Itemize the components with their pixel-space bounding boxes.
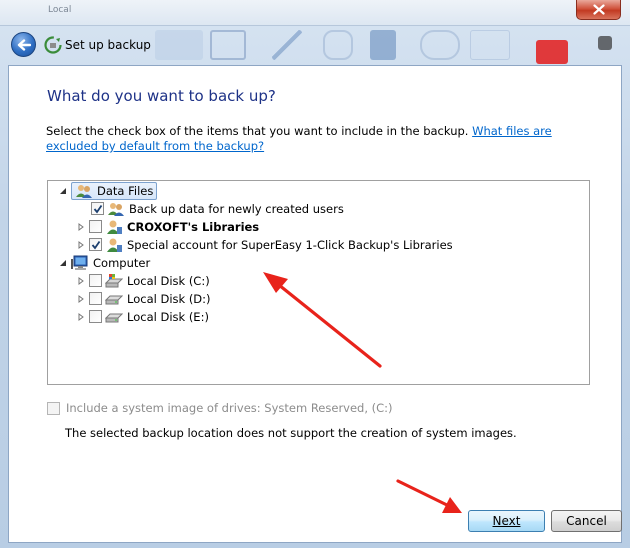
collapsed-expander-icon[interactable] bbox=[76, 222, 86, 232]
checkbox-new-users[interactable] bbox=[91, 202, 104, 215]
background-toolbar-icon bbox=[370, 30, 396, 60]
checkmark-icon bbox=[93, 204, 102, 213]
expand-icon[interactable] bbox=[58, 186, 68, 196]
tree-node-label: Special account for SuperEasy 1-Click Ba… bbox=[127, 237, 453, 252]
cancel-button[interactable]: Cancel bbox=[551, 510, 622, 532]
background-menu-item: Local bbox=[48, 5, 72, 15]
user-icon bbox=[107, 238, 122, 252]
system-image-option: Include a system image of drives: System… bbox=[47, 401, 393, 415]
checkbox-local-disk-e[interactable] bbox=[89, 310, 102, 323]
tree-node-label: Computer bbox=[93, 255, 151, 270]
back-arrow-icon bbox=[17, 38, 31, 51]
tree-node-label: CROXOFT's Libraries bbox=[127, 219, 260, 234]
tree-node-special-account-libraries[interactable]: Special account for SuperEasy 1-Click Ba… bbox=[76, 236, 453, 253]
collapsed-expander-icon[interactable] bbox=[76, 294, 86, 304]
tree-node-local-disk-e[interactable]: Local Disk (E:) bbox=[76, 308, 209, 325]
collapsed-expander-icon[interactable] bbox=[76, 312, 86, 322]
back-button[interactable] bbox=[11, 32, 36, 57]
background-app-menu: Local bbox=[0, 0, 630, 26]
background-toolbar-icon bbox=[323, 30, 353, 60]
checkbox-croxoft-libraries[interactable] bbox=[89, 220, 102, 233]
user-icon bbox=[107, 220, 122, 234]
backup-items-tree[interactable]: Data Files Back up data for newly create… bbox=[47, 180, 590, 385]
checkbox-local-disk-c[interactable] bbox=[89, 274, 102, 287]
window-title: Set up backup bbox=[65, 38, 151, 52]
computer-icon bbox=[71, 255, 88, 270]
background-toolbar-icon bbox=[470, 30, 510, 60]
close-icon bbox=[592, 4, 605, 15]
instruction-label: Select the check box of the items that y… bbox=[46, 124, 469, 138]
tree-node-local-disk-c[interactable]: Local Disk (C:) bbox=[76, 272, 210, 289]
tree-node-new-users[interactable]: Back up data for newly created users bbox=[91, 200, 344, 217]
system-image-note: The selected backup location does not su… bbox=[65, 426, 517, 440]
tree-node-label: Back up data for newly created users bbox=[129, 201, 344, 216]
tree-node-selection: Data Files bbox=[71, 181, 158, 200]
checkmark-icon bbox=[91, 240, 100, 249]
background-toolbar-icon bbox=[155, 30, 203, 60]
tree-node-data-files[interactable]: Data Files bbox=[58, 181, 158, 200]
background-toolbar-icon bbox=[210, 30, 246, 60]
drive-icon bbox=[105, 313, 123, 322]
background-toolbar-icon bbox=[272, 30, 302, 60]
checkbox-system-image bbox=[47, 401, 60, 415]
collapsed-expander-icon[interactable] bbox=[76, 240, 86, 250]
users-icon bbox=[108, 202, 124, 216]
system-drive-icon bbox=[105, 273, 123, 287]
collapsed-expander-icon[interactable] bbox=[76, 276, 86, 286]
expand-icon[interactable] bbox=[58, 258, 68, 268]
tree-node-label: Local Disk (E:) bbox=[127, 309, 209, 324]
instruction-text: Select the check box of the items that y… bbox=[46, 124, 606, 154]
next-button-label: Next bbox=[492, 514, 521, 528]
system-image-label: Include a system image of drives: System… bbox=[66, 401, 393, 415]
wizard-content: What do you want to back up? Select the … bbox=[8, 65, 622, 543]
users-icon bbox=[76, 184, 92, 198]
background-toolbar-icon bbox=[598, 36, 612, 50]
background-toolbar-icon bbox=[536, 40, 568, 64]
backup-icon bbox=[44, 36, 62, 54]
background-toolbar-icon bbox=[420, 30, 460, 60]
checkbox-local-disk-d[interactable] bbox=[89, 292, 102, 305]
tree-node-computer[interactable]: Computer bbox=[58, 254, 150, 271]
tree-node-label: Local Disk (C:) bbox=[127, 273, 210, 288]
tree-node-croxoft-libraries[interactable]: CROXOFT's Libraries bbox=[76, 218, 259, 235]
tree-node-label: Local Disk (D:) bbox=[127, 291, 211, 306]
tree-node-local-disk-d[interactable]: Local Disk (D:) bbox=[76, 290, 211, 307]
tree-node-label: Data Files bbox=[97, 183, 154, 198]
next-button[interactable]: Next bbox=[468, 510, 545, 532]
drive-icon bbox=[105, 295, 123, 304]
close-button[interactable] bbox=[576, 0, 621, 20]
checkbox-special-account[interactable] bbox=[89, 238, 102, 251]
page-heading: What do you want to back up? bbox=[47, 87, 276, 105]
